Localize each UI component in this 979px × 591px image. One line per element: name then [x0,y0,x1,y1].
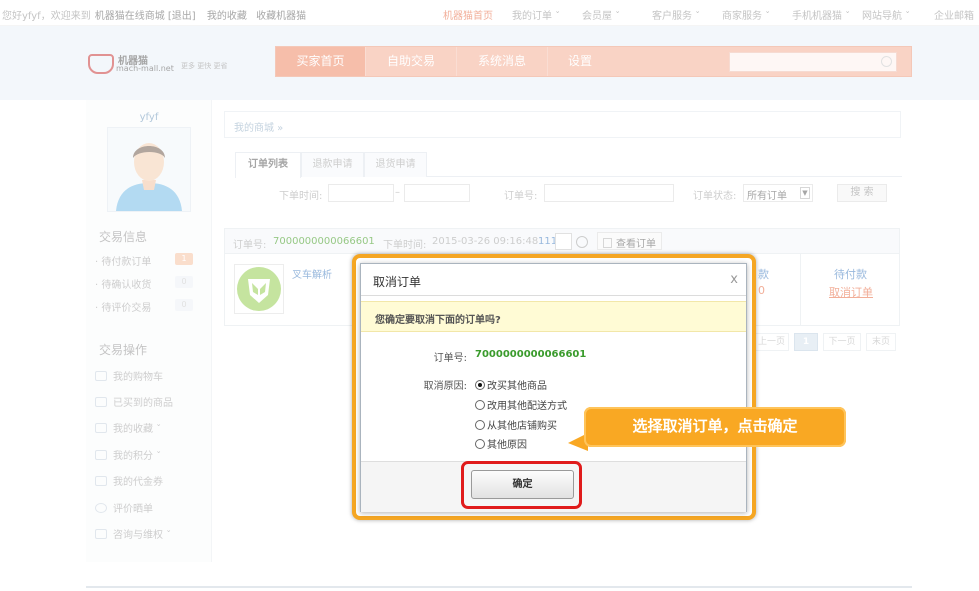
reason-option-other-delivery[interactable]: 改用其他配送方式 [475,397,567,412]
reason-option-label: 从其他店铺购买 [487,421,557,432]
confirm-highlight-ring: 确定 [461,461,582,509]
dialog-order-no-label: 订单号: [433,353,467,364]
reason-option-other[interactable]: 其他原因 [475,436,527,451]
dialog-warning: 您确定要取消下面的订单吗? [361,301,746,332]
confirm-button[interactable]: 确定 [471,470,574,499]
reason-option-label: 改买其他商品 [487,381,547,392]
dialog-footer: 确定 [361,461,746,512]
radio-checked-icon [475,380,485,390]
reason-option-other-product[interactable]: 改买其他商品 [475,377,547,392]
reason-option-label: 其他原因 [487,440,527,451]
reason-option-other-store[interactable]: 从其他店铺购买 [475,417,557,432]
radio-icon [475,400,485,410]
radio-icon [475,439,485,449]
instruction-callout: 选择取消订单，点击确定 [584,407,846,447]
cancel-order-dialog: 取消订单 x 您确定要取消下面的订单吗? 订单号: 70000000000666… [360,263,747,512]
radio-icon [475,420,485,430]
cancel-reason-label: 取消原因: [423,381,467,392]
dialog-title: 取消订单 [361,264,746,296]
dialog-order-no: 7000000000066601 [475,349,587,360]
dialog-title-text: 取消订单 [373,275,422,289]
close-icon[interactable]: x [730,272,738,287]
reason-option-label: 改用其他配送方式 [487,401,567,412]
